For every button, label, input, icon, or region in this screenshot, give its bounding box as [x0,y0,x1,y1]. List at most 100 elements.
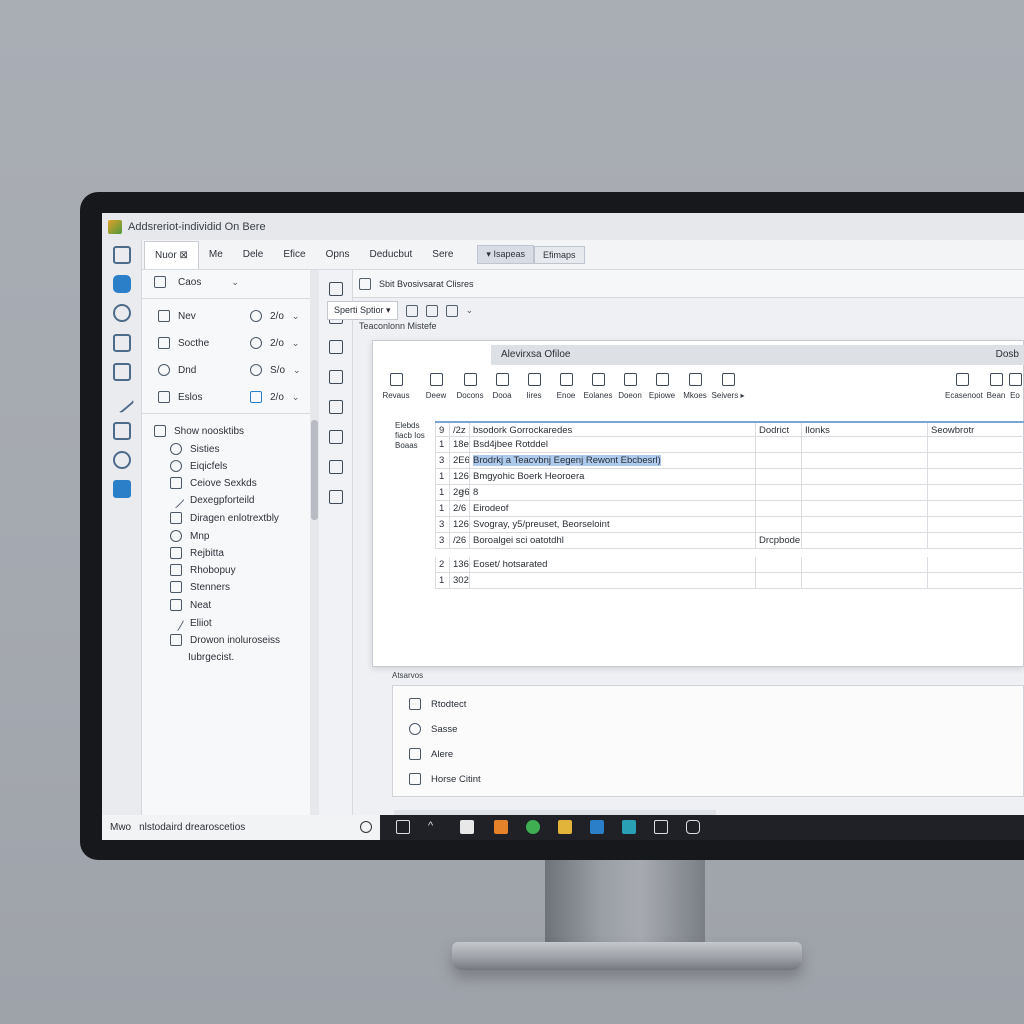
tree-item-8[interactable]: Rejbitta [170,547,224,559]
layout-icon[interactable] [445,304,458,317]
ribbon-btn-14[interactable]: Eo [1005,371,1024,400]
ribbon-btn-5[interactable]: Iires [517,371,551,400]
table-row[interactable]: 1 126 Bmgyohic Boerk Heoroera [435,469,1024,485]
table-cell[interactable] [755,573,801,589]
ribbon-btn-3[interactable]: Docons [453,371,487,400]
table-cell[interactable] [755,453,801,469]
table-row[interactable]: 3 2E6 Brodrkj a Teacvbnj Eegenj Rewont Ebc… [435,453,1024,469]
table-cell[interactable] [469,573,755,589]
people-icon[interactable] [329,460,343,474]
tree-item-13[interactable]: Drowon inoluroseiss [170,634,280,646]
home-icon[interactable] [113,246,131,264]
table-cell[interactable] [755,469,801,485]
tree-item-3[interactable]: Eiqicfels [170,460,227,472]
quick-right-2[interactable]: 2/o ⌄ [250,337,299,349]
table-cell[interactable] [927,501,1024,517]
globe-icon[interactable] [113,304,131,322]
tree-item-6[interactable]: Diragen enlotrextbly [170,512,279,524]
table-row[interactable]: 3/26 Boroalgei sci oatotdhl Drcpbode: Gb 5… [435,533,1024,549]
tree-item-2[interactable]: Sisties [170,443,219,455]
table-cell[interactable]: 1 [435,437,449,453]
people-icon[interactable] [113,451,131,469]
table-cell[interactable]: 3 [435,517,449,533]
table-row[interactable]: 1 2ꞡ6 8 [435,485,1024,501]
table-cell[interactable]: /26 [449,533,469,549]
table-cell[interactable] [927,517,1024,533]
table-cell[interactable]: Eirodeof [469,501,755,517]
tree-item-11[interactable]: Neat [170,599,211,611]
tree-item-1[interactable]: Show noosktibs [154,425,244,437]
ribbon-btn-1[interactable]: Revaus [379,371,413,400]
ribbon-btn-2[interactable]: Deew [419,371,453,400]
table-row[interactable]: 2 136 Eoset/ hotsarated [435,557,1024,573]
table-cell[interactable]: 1 [435,501,449,517]
people-icon[interactable] [329,340,343,354]
app-icon-6[interactable] [622,820,636,834]
app-icon-1[interactable] [460,820,474,834]
table-cell[interactable]: 8 [469,485,755,501]
app-icon-8[interactable] [686,820,700,834]
menu-item-file[interactable]: Nuor ⊠ [144,240,199,269]
table-cell[interactable]: 1 [435,469,449,485]
left-panel-scrollbar[interactable] [310,270,319,815]
table-cell[interactable] [927,469,1024,485]
scroll-thumb[interactable] [311,420,318,520]
task-view-icon[interactable] [396,820,410,834]
people-icon[interactable] [329,430,343,444]
quick-item-2[interactable]: Socthe [158,337,209,349]
edit-icon[interactable] [113,422,131,440]
people-icon[interactable] [329,370,343,384]
table-cell[interactable]: 302 [449,573,469,589]
save-icon[interactable] [359,277,371,290]
table-cell[interactable] [927,485,1024,501]
store-icon[interactable] [113,480,131,498]
table-cell[interactable]: Bsd4jbee Rotddel [469,437,755,453]
menu-item-4[interactable]: Efice [273,249,315,260]
ribbon-btn-8[interactable]: Doeon [613,371,647,400]
ribbon-btn-10[interactable]: Mkoes [678,371,712,400]
table-cell[interactable] [755,437,801,453]
table-cell[interactable] [801,485,927,501]
ribbon-btn-11[interactable]: Seivers ▸ [711,371,745,400]
table-cell[interactable]: 3 [435,453,449,469]
table-cell[interactable] [801,501,927,517]
people-icon[interactable] [329,490,343,504]
tree-item-5[interactable]: Dexegpforteild [167,491,254,509]
app-icon-7[interactable] [654,820,668,834]
tree-item-14[interactable]: Iubrgecist. [188,652,234,663]
table-cell[interactable] [801,573,927,589]
caret-icon[interactable]: ^ [428,820,442,834]
table-cell[interactable] [801,437,927,453]
table-cell[interactable]: Svogray, y5/preuset, Beorseloint [469,517,755,533]
table-cell[interactable]: 136 [449,557,469,573]
table-row[interactable]: 1 18e Bsd4jbee Rotddel [435,437,1024,453]
page-icon[interactable] [329,282,343,296]
tree-item-9[interactable]: Rhobopuy [170,564,236,576]
people-icon[interactable] [329,400,343,414]
app-icon-3[interactable] [526,820,540,834]
app-icon-4[interactable] [558,820,572,834]
ribbon-btn-12[interactable]: Ecasenoot [945,371,983,400]
ribbon-btn-6[interactable]: Enoe [549,371,583,400]
table-cell[interactable] [927,573,1024,589]
table-cell[interactable] [801,453,927,469]
table-cell[interactable]: Brodrkj a Teacvbnj Eegenj Rewont Ebcbesr… [469,453,755,469]
chevron-down-icon[interactable]: ⌄ [466,305,474,316]
menu-item-6[interactable]: Deducbut [359,249,422,260]
table-cell[interactable] [755,501,801,517]
table-row[interactable]: 9/2z bsodork Gorrockaredes Dodrict Ilonks Se… [435,421,1024,439]
table-cell[interactable] [927,437,1024,453]
menu-item-2[interactable]: Me [199,249,233,260]
menu-item-3[interactable]: Dele [233,249,274,260]
table-cell[interactable]: 126 [449,517,469,533]
search-icon[interactable] [360,821,372,833]
bottom-item-2[interactable]: Sasse [409,723,457,735]
menu-item-7[interactable]: Sere [422,249,463,260]
table-cell[interactable]: Drcpbode: Gb 5.60 tor) [755,533,801,549]
table-cell[interactable]: 1 [435,485,449,501]
menu-item-9[interactable]: Efimaps [533,245,585,264]
table-cell[interactable]: 2 [435,557,449,573]
table-cell[interactable] [755,485,801,501]
document-icon[interactable] [113,334,131,352]
combo-caos[interactable]: Caos ⌄ [154,276,239,288]
